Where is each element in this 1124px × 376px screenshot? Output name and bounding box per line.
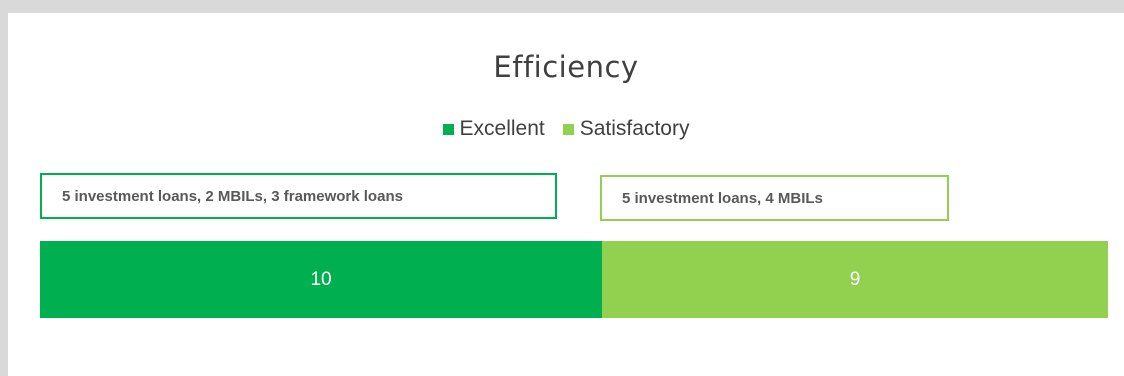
chart-legend: Excellent Satisfactory bbox=[8, 117, 1124, 141]
annotation-satisfactory: 5 investment loans, 4 MBILs bbox=[600, 175, 949, 221]
data-label-satisfactory: 9 bbox=[849, 268, 861, 290]
legend-swatch-satisfactory bbox=[562, 123, 574, 135]
legend-label-satisfactory: Satisfactory bbox=[579, 117, 690, 140]
data-label-excellent: 10 bbox=[310, 268, 332, 290]
legend-swatch-excellent bbox=[442, 123, 454, 135]
legend-item-excellent: Excellent bbox=[442, 117, 545, 141]
legend-item-satisfactory: Satisfactory bbox=[562, 117, 690, 141]
bar-excellent: 10 bbox=[40, 241, 603, 318]
chart-card: Efficiency Excellent Satisfactory 5 inve… bbox=[8, 13, 1124, 376]
chart-title: Efficiency bbox=[493, 50, 639, 84]
annotation-excellent: 5 investment loans, 2 MBILs, 3 framework… bbox=[40, 173, 557, 219]
bar-satisfactory: 9 bbox=[602, 241, 1108, 318]
legend-label-excellent: Excellent bbox=[459, 117, 545, 140]
